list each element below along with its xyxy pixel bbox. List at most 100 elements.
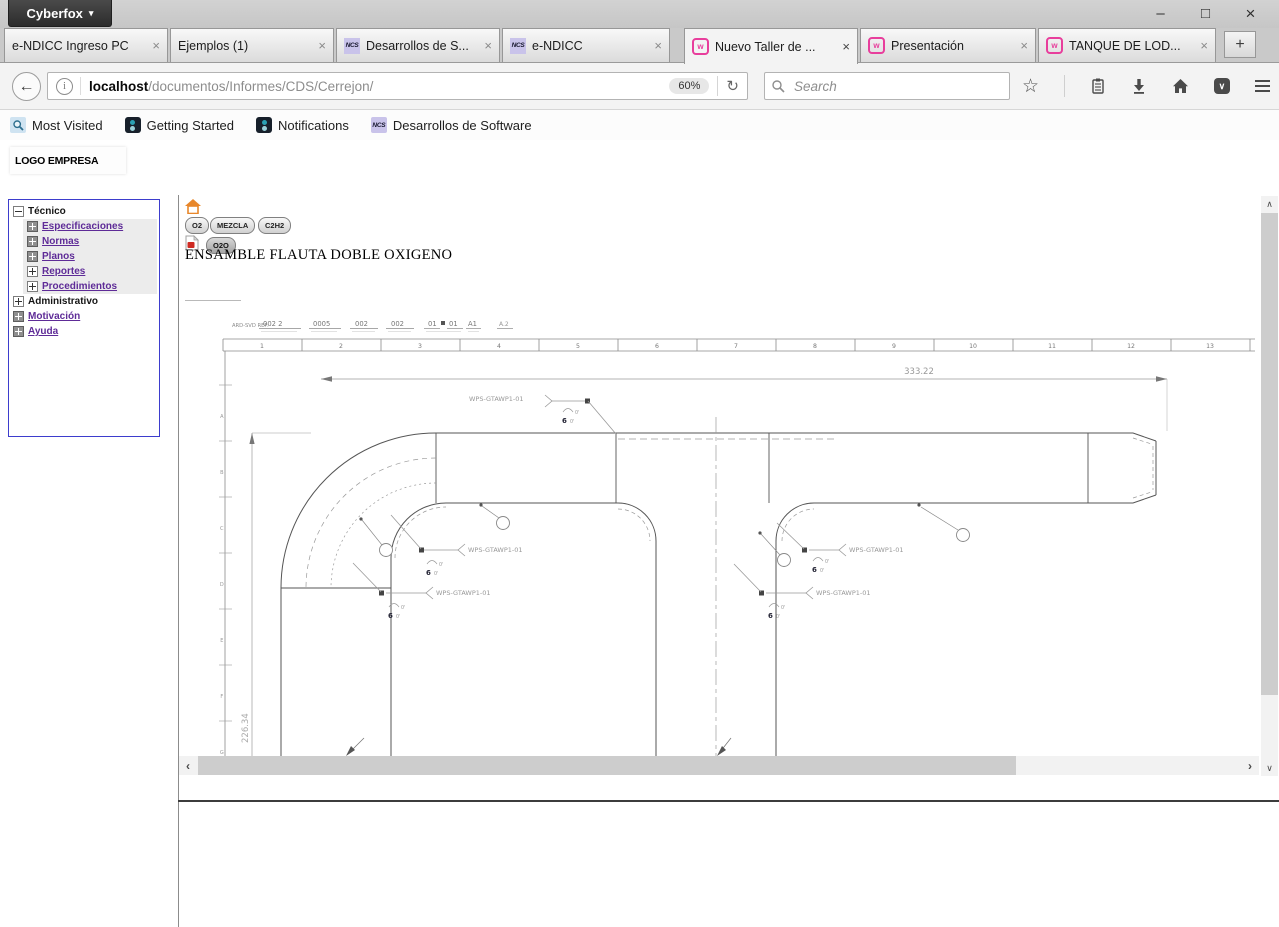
svg-text:0': 0' — [434, 571, 438, 577]
tab-presentacion[interactable]: w Presentación × — [860, 28, 1036, 62]
expand-icon[interactable] — [27, 221, 38, 232]
vertical-scrollbar[interactable]: ∧ ∨ — [1261, 196, 1278, 776]
ncs-favicon: NCS — [344, 38, 360, 54]
tab-close-icon[interactable]: × — [1200, 38, 1208, 53]
search-bar[interactable] — [764, 72, 1010, 100]
minimize-button[interactable]: – — [1138, 1, 1183, 27]
tree-link[interactable]: Motivación — [28, 311, 80, 322]
tree-item-administrativo[interactable]: Administrativo — [13, 294, 159, 309]
tab-tanque-de-lodos[interactable]: w TANQUE DE LOD... × — [1038, 28, 1216, 62]
back-button[interactable]: ← — [12, 72, 41, 101]
horizontal-scrollbar[interactable]: ‹ › — [179, 756, 1259, 775]
svg-text:0': 0' — [825, 559, 829, 565]
tab-close-icon[interactable]: × — [152, 38, 160, 53]
tree-link[interactable]: Ayuda — [28, 326, 58, 337]
close-button[interactable]: × — [1228, 1, 1273, 27]
expand-icon[interactable] — [13, 326, 24, 337]
search-input[interactable] — [792, 78, 976, 95]
collapse-icon[interactable] — [13, 206, 24, 217]
expand-icon[interactable] — [27, 281, 38, 292]
new-tab-button[interactable]: + — [1224, 31, 1256, 58]
maximize-button[interactable]: □ — [1183, 1, 1228, 27]
tree-children-tecnico: Especificaciones Normas Planos Reportes … — [23, 219, 157, 294]
scroll-down-button[interactable]: ∨ — [1261, 760, 1278, 776]
reload-icon[interactable]: ↻ — [726, 77, 739, 95]
tab-e-ndicc-ingreso-pc[interactable]: e-NDICC Ingreso PC × — [4, 28, 168, 62]
scroll-left-button[interactable]: ‹ — [179, 756, 197, 775]
scroll-right-button[interactable]: › — [1241, 756, 1259, 775]
tree-link[interactable]: Procedimientos — [42, 281, 117, 292]
expand-icon[interactable] — [13, 296, 24, 307]
bookmark-most-visited[interactable]: Most Visited — [10, 117, 103, 133]
gas-button-mezcla[interactable]: MEZCLA — [210, 217, 255, 234]
tab-close-icon[interactable]: × — [318, 38, 326, 53]
url-path: /documentos/Informes/CDS/Cerrejon/ — [148, 79, 373, 94]
frame-bottom-border — [178, 800, 1279, 802]
svg-text:6: 6 — [562, 417, 567, 425]
tree-link[interactable]: Especificaciones — [42, 221, 123, 232]
tree-link[interactable]: Normas — [42, 236, 79, 247]
svg-text:0': 0' — [820, 568, 824, 574]
tree-item-motivacion[interactable]: Motivación — [13, 309, 159, 324]
tab-ejemplos[interactable]: Ejemplos (1) × — [170, 28, 334, 62]
zoom-level-badge[interactable]: 60% — [669, 78, 709, 94]
bookmarks-menu-icon[interactable] — [1090, 78, 1106, 94]
toolbar-icons: ☆ ∨ — [1022, 63, 1270, 109]
horizontal-scroll-thumb[interactable] — [198, 756, 1016, 775]
tab-close-icon[interactable]: × — [1020, 38, 1028, 53]
bookmark-ncs-desarrollos[interactable]: NCS Desarrollos de Software — [371, 117, 532, 133]
downloads-icon[interactable] — [1131, 78, 1147, 94]
bookmark-star-icon[interactable]: ☆ — [1022, 75, 1039, 98]
svg-text:01: 01 — [428, 320, 437, 328]
tree-link[interactable]: Reportes — [42, 266, 85, 277]
expand-icon[interactable] — [27, 266, 38, 277]
tab-close-icon[interactable]: × — [654, 38, 662, 53]
svg-text:11: 11 — [1048, 343, 1056, 350]
url-bar[interactable]: i localhost /documentos/Informes/CDS/Cer… — [47, 72, 748, 100]
site-info-icon[interactable]: i — [56, 78, 73, 95]
svg-text:10: 10 — [969, 343, 977, 350]
svg-text:6: 6 — [812, 566, 817, 574]
tab-desarrollos[interactable]: NCS Desarrollos de S... × — [336, 28, 500, 62]
tab-close-icon[interactable]: × — [842, 39, 850, 54]
app-menu-button[interactable]: Cyberfox ▾ — [8, 0, 112, 27]
expand-icon[interactable] — [27, 251, 38, 262]
expand-icon[interactable] — [13, 311, 24, 322]
svg-text:7: 7 — [734, 343, 738, 350]
svg-text:0': 0' — [776, 614, 780, 620]
home-breadcrumb-icon[interactable] — [185, 199, 201, 214]
tree-link[interactable]: Planos — [42, 251, 75, 262]
tab-close-icon[interactable]: × — [484, 38, 492, 53]
tab-nuevo-taller-active[interactable]: w Nuevo Taller de ... × — [684, 28, 858, 64]
scroll-up-button[interactable]: ∧ — [1261, 196, 1278, 212]
tree-item-normas[interactable]: Normas — [23, 234, 157, 249]
bookmark-notifications[interactable]: Notifications — [256, 117, 349, 133]
gas-button-o2[interactable]: O2 — [185, 217, 209, 234]
row-letters: A B C D E F G — [220, 414, 224, 756]
vertical-scroll-thumb[interactable] — [1261, 213, 1278, 695]
tab-e-ndicc[interactable]: NCS e-NDICC × — [502, 28, 670, 62]
tab-label: Nuevo Taller de ... — [715, 40, 836, 54]
menu-hamburger-icon[interactable] — [1255, 80, 1270, 93]
bookmark-label: Notifications — [278, 118, 349, 133]
svg-text:A.2: A.2 — [499, 321, 509, 328]
tree-item-tecnico[interactable]: Técnico — [13, 204, 159, 219]
company-logo: LOGO EMPRESA — [10, 147, 126, 174]
tree-item-reportes[interactable]: Reportes — [23, 264, 157, 279]
svg-text:WPS-GTAWP1-01: WPS-GTAWP1-01 — [849, 546, 904, 554]
weld-callout: WPS-GTAWP1-01 0' 6 0' — [353, 563, 491, 620]
frame-left-border — [178, 195, 179, 927]
expand-icon[interactable] — [27, 236, 38, 247]
home-icon[interactable] — [1172, 78, 1189, 94]
tree-item-especificaciones[interactable]: Especificaciones — [23, 219, 157, 234]
wamp-favicon: w — [692, 38, 709, 55]
ncs-favicon: NCS — [510, 38, 526, 54]
gas-button-c2h2[interactable]: C2H2 — [258, 217, 291, 234]
tree-item-planos[interactable]: Planos — [23, 249, 157, 264]
bookmark-getting-started[interactable]: Getting Started — [125, 117, 234, 133]
tree-item-ayuda[interactable]: Ayuda — [13, 324, 159, 339]
tree-item-procedimientos[interactable]: Procedimientos — [23, 279, 157, 294]
svg-text:5: 5 — [576, 343, 580, 350]
pocket-icon[interactable]: ∨ — [1214, 78, 1230, 94]
svg-text:WPS-GTAWP1-01: WPS-GTAWP1-01 — [816, 589, 871, 597]
